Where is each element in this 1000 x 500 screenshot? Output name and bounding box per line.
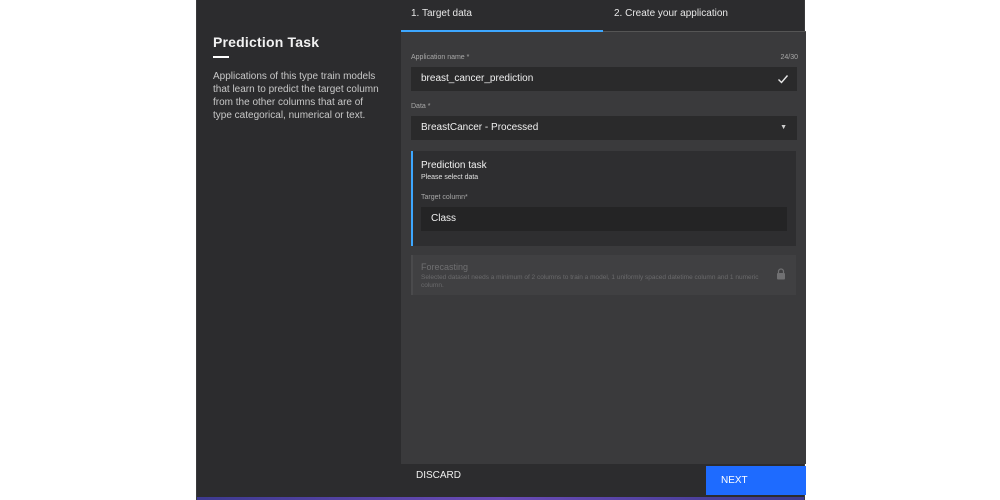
app-name-input[interactable]: breast_cancer_prediction	[411, 67, 797, 91]
target-column-select[interactable]: Class	[421, 207, 787, 231]
info-title-underline	[213, 56, 229, 58]
data-select-value: BreastCancer - Processed	[421, 122, 539, 133]
app-name-char-count: 24/30	[780, 54, 798, 61]
forecasting-card: Forecasting Selected dataset needs a min…	[411, 255, 796, 295]
stepper: 1. Target data 2. Create your applicatio…	[401, 8, 806, 32]
info-description: Applications of this type train models t…	[213, 71, 379, 121]
prediction-task-card[interactable]: Prediction task Please select data Targe…	[411, 151, 796, 246]
data-select[interactable]: BreastCancer - Processed ▼	[411, 116, 797, 140]
app-name-label: Application name *	[411, 54, 470, 61]
forecasting-description: Selected dataset needs a minimum of 2 co…	[421, 274, 759, 289]
data-label: Data *	[411, 103, 431, 110]
step-create-application[interactable]: 2. Create your application	[614, 8, 728, 32]
dropdown-caret-icon: ▼	[780, 124, 787, 131]
step-target-data[interactable]: 1. Target data	[411, 8, 472, 32]
check-icon	[778, 75, 789, 84]
prediction-task-subtitle: Please select data	[421, 174, 479, 181]
create-application-dialog: Prediction Task Applications of this typ…	[196, 0, 806, 500]
discard-button[interactable]: DISCARD	[416, 470, 461, 481]
form-panel: Application name * 24/30 breast_cancer_p…	[401, 32, 806, 464]
forecasting-title: Forecasting	[421, 262, 469, 272]
info-title: Prediction Task	[213, 34, 320, 50]
lock-icon	[777, 268, 785, 280]
info-panel: Prediction Task Applications of this typ…	[213, 34, 383, 122]
target-column-label: Target column*	[421, 194, 468, 201]
app-name-value: breast_cancer_prediction	[421, 73, 534, 84]
prediction-task-title: Prediction task	[421, 160, 487, 171]
next-button[interactable]: NEXT	[706, 466, 806, 495]
